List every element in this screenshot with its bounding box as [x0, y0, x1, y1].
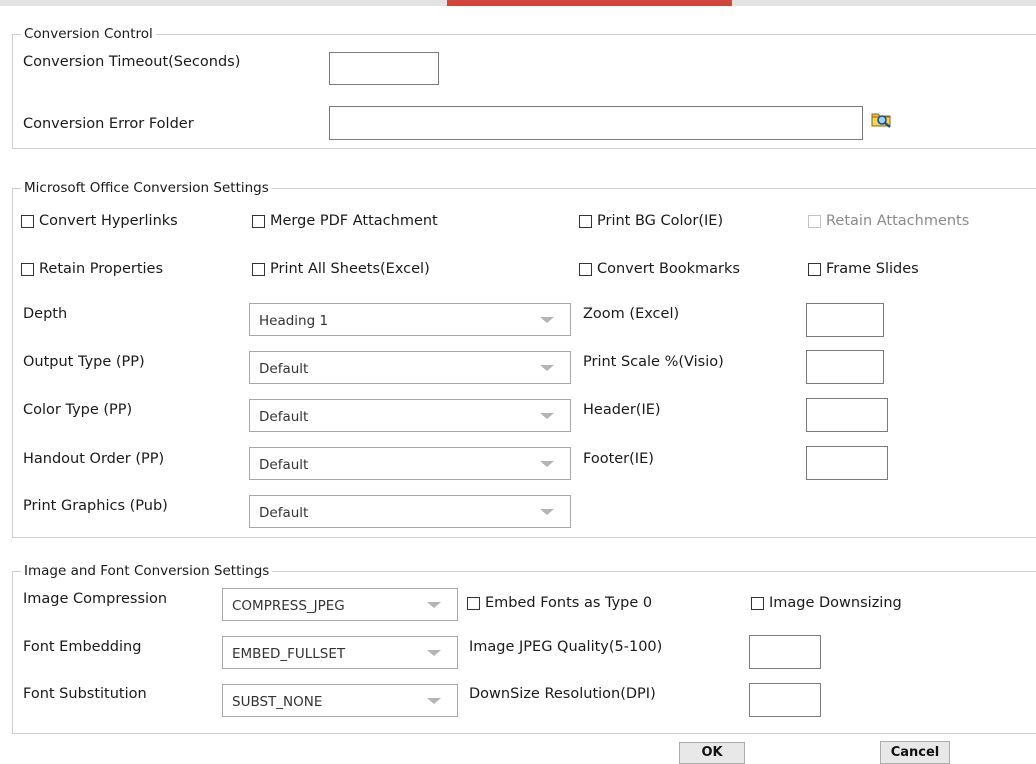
chevron-down-icon	[540, 413, 554, 419]
jpeg-quality-label: Image JPEG Quality(5-100)	[469, 639, 663, 655]
convert-bookmarks-label: Convert Bookmarks	[597, 261, 740, 277]
image-compression-label: Image Compression	[23, 591, 168, 607]
font-embedding-label: Font Embedding	[23, 639, 142, 655]
retain-properties-checkbox[interactable]: Retain Properties	[21, 260, 163, 278]
depth-label: Depth	[23, 306, 68, 322]
checkbox-box[interactable]	[252, 214, 265, 228]
frame-slides-label: Frame Slides	[826, 261, 919, 277]
embed-fonts-type0-label: Embed Fonts as Type 0	[485, 595, 653, 611]
depth-select[interactable]: Heading 1	[249, 303, 571, 336]
image-downsizing-label: Image Downsizing	[769, 595, 902, 611]
print-all-sheets-label: Print All Sheets(Excel)	[270, 261, 430, 277]
output-type-select-value: Default	[259, 361, 309, 377]
print-all-sheets-checkbox[interactable]: Print All Sheets(Excel)	[252, 260, 430, 278]
checkbox-box[interactable]	[808, 262, 821, 276]
image-compression-select-value: COMPRESS_JPEG	[232, 598, 345, 614]
merge-pdf-attachment-checkbox[interactable]: Merge PDF Attachment	[252, 212, 438, 230]
checkbox-box[interactable]	[579, 214, 592, 228]
chevron-down-icon	[540, 317, 554, 323]
downsize-resolution-label: DownSize Resolution(DPI)	[469, 686, 656, 702]
print-bg-color-checkbox[interactable]: Print BG Color(IE)	[579, 212, 723, 230]
print-graphics-select[interactable]: Default	[249, 495, 571, 528]
chevron-down-icon	[540, 461, 554, 467]
color-type-select[interactable]: Default	[249, 399, 571, 432]
handout-order-select[interactable]: Default	[249, 447, 571, 480]
frame-slides-checkbox[interactable]: Frame Slides	[808, 260, 919, 278]
color-type-select-value: Default	[259, 409, 309, 425]
conversion-control-legend: Conversion Control	[21, 26, 156, 42]
print-bg-color-label: Print BG Color(IE)	[597, 213, 724, 229]
jpeg-quality-input[interactable]	[749, 635, 821, 669]
image-compression-select[interactable]: COMPRESS_JPEG	[222, 588, 458, 621]
conversion-error-folder-label: Conversion Error Folder	[23, 116, 194, 132]
print-graphics-select-value: Default	[259, 505, 309, 521]
ok-button[interactable]: OK	[679, 742, 745, 764]
font-substitution-select-value: SUBST_NONE	[232, 694, 323, 710]
checkbox-box[interactable]	[21, 214, 34, 228]
downsize-resolution-input[interactable]	[749, 683, 821, 717]
font-embedding-select-value: EMBED_FULLSET	[232, 646, 346, 662]
convert-hyperlinks-label: Convert Hyperlinks	[39, 213, 178, 229]
checkbox-box[interactable]	[467, 596, 480, 610]
chevron-down-icon	[427, 650, 441, 656]
color-type-label: Color Type (PP)	[23, 402, 133, 418]
embed-fonts-type0-checkbox[interactable]: Embed Fonts as Type 0	[467, 594, 652, 612]
header-ie-label: Header(IE)	[583, 402, 661, 418]
checkbox-box[interactable]	[252, 262, 265, 276]
image-font-settings-legend: Image and Font Conversion Settings	[21, 563, 273, 579]
header-ie-input[interactable]	[806, 398, 888, 432]
conversion-timeout-input[interactable]	[329, 52, 439, 85]
print-scale-label: Print Scale %(Visio)	[583, 354, 724, 370]
depth-select-value: Heading 1	[259, 313, 329, 329]
retain-properties-label: Retain Properties	[39, 261, 164, 277]
checkbox-box[interactable]	[21, 262, 34, 276]
footer-ie-label: Footer(IE)	[583, 451, 654, 467]
retain-attachments-checkbox: Retain Attachments	[808, 212, 969, 230]
checkbox-box	[808, 214, 821, 228]
image-downsizing-checkbox[interactable]: Image Downsizing	[751, 594, 902, 612]
print-scale-input[interactable]	[806, 350, 884, 384]
cancel-button[interactable]: Cancel	[880, 741, 950, 764]
convert-bookmarks-checkbox[interactable]: Convert Bookmarks	[579, 260, 740, 278]
chevron-down-icon	[427, 698, 441, 704]
handout-order-select-value: Default	[259, 457, 309, 473]
zoom-excel-input[interactable]	[806, 303, 884, 337]
chevron-down-icon	[427, 602, 441, 608]
footer-ie-input[interactable]	[806, 446, 888, 480]
output-type-label: Output Type (PP)	[23, 354, 145, 370]
conversion-timeout-label: Conversion Timeout(Seconds)	[23, 54, 241, 70]
chevron-down-icon	[540, 509, 554, 515]
handout-order-label: Handout Order (PP)	[23, 451, 165, 467]
folder-search-icon[interactable]	[871, 110, 893, 128]
convert-hyperlinks-checkbox[interactable]: Convert Hyperlinks	[21, 212, 178, 230]
font-substitution-label: Font Substitution	[23, 686, 147, 702]
output-type-select[interactable]: Default	[249, 351, 571, 384]
retain-attachments-label: Retain Attachments	[826, 213, 970, 229]
zoom-excel-label: Zoom (Excel)	[583, 306, 680, 322]
merge-pdf-attachment-label: Merge PDF Attachment	[270, 213, 438, 229]
checkbox-box[interactable]	[751, 596, 764, 610]
chevron-down-icon	[540, 365, 554, 371]
office-settings-legend: Microsoft Office Conversion Settings	[21, 180, 272, 196]
font-substitution-select[interactable]: SUBST_NONE	[222, 684, 458, 717]
font-embedding-select[interactable]: EMBED_FULLSET	[222, 636, 458, 669]
print-graphics-label: Print Graphics (Pub)	[23, 498, 168, 514]
checkbox-box[interactable]	[579, 262, 592, 276]
active-tab-indicator	[447, 0, 732, 6]
conversion-error-folder-input[interactable]	[329, 106, 863, 140]
